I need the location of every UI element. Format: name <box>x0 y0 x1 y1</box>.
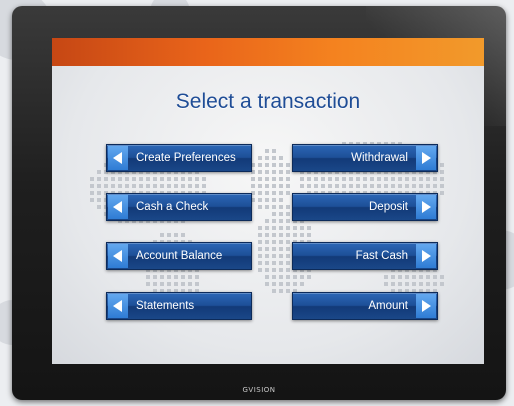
withdrawal-label: Withdrawal <box>351 152 408 164</box>
arrow-left-icon <box>108 244 128 268</box>
arrow-left-icon <box>108 294 128 318</box>
page-title: Select a transaction <box>175 90 361 113</box>
monitor-brand-logo: GVISION <box>242 386 276 394</box>
create-preferences-label: Create Preferences <box>136 152 236 164</box>
atm-screen: Select a transaction Create Preferences … <box>52 38 484 364</box>
deposit-button[interactable]: Deposit <box>292 193 438 221</box>
monitor-bezel: Select a transaction Create Preferences … <box>12 6 506 400</box>
account-balance-label: Account Balance <box>136 250 223 262</box>
cash-a-check-label: Cash a Check <box>136 201 209 213</box>
cash-a-check-button[interactable]: Cash a Check <box>106 193 252 221</box>
statements-label: Statements <box>136 300 195 312</box>
account-balance-button[interactable]: Account Balance <box>106 242 252 270</box>
arrow-left-icon <box>108 195 128 219</box>
arrow-right-icon <box>416 294 436 318</box>
create-preferences-button[interactable]: Create Preferences <box>106 144 252 172</box>
fast-cash-button[interactable]: Fast Cash <box>292 242 438 270</box>
arrow-right-icon <box>416 195 436 219</box>
amount-button[interactable]: Amount <box>292 292 438 320</box>
statements-button[interactable]: Statements <box>106 292 252 320</box>
deposit-label: Deposit <box>369 201 408 213</box>
amount-label: Amount <box>368 300 408 312</box>
withdrawal-button[interactable]: Withdrawal <box>292 144 438 172</box>
arrow-left-icon <box>108 146 128 170</box>
arrow-right-icon <box>416 146 436 170</box>
fast-cash-label: Fast Cash <box>355 250 408 262</box>
arrow-right-icon <box>416 244 436 268</box>
